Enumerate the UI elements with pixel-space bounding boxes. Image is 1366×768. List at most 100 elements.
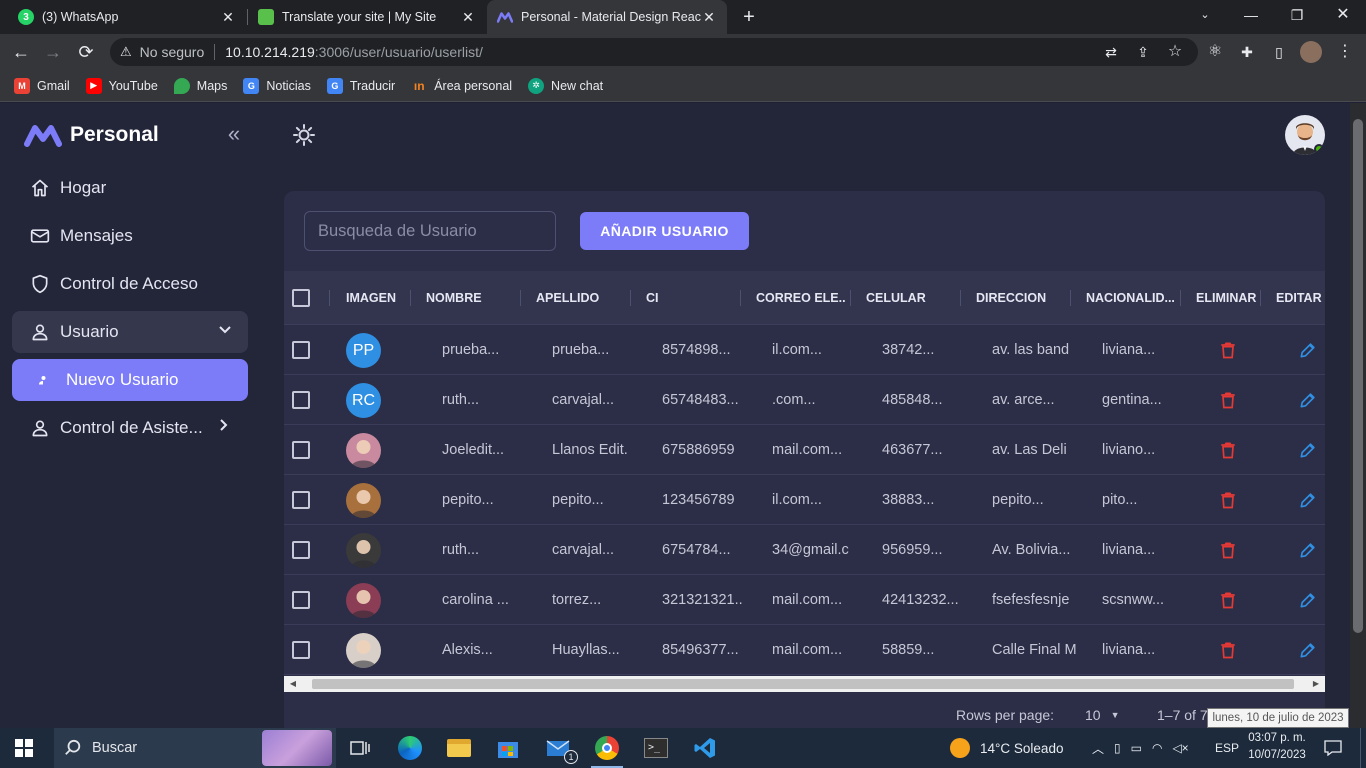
close-icon[interactable]: ✕ [701,9,717,26]
sidebar-item-mensajes[interactable]: Mensajes [12,215,248,257]
row-checkbox[interactable] [292,541,310,559]
edit-pencil-icon[interactable] [1298,490,1318,510]
show-desktop-button[interactable] [1360,728,1366,768]
column-header-eliminar[interactable]: ELIMINAR [1196,271,1258,325]
translate-page-icon[interactable]: ⇄ [1099,40,1123,64]
chrome-icon[interactable] [591,732,623,768]
battery-icon[interactable]: ▭ [1131,741,1142,755]
column-header-celular[interactable]: CELULAR [866,271,956,325]
delete-icon[interactable] [1218,390,1238,410]
sidebar-item-control-acceso[interactable]: Control de Acceso [12,263,248,305]
page-scrollbar[interactable] [1350,103,1366,728]
theme-toggle-button[interactable] [292,123,316,147]
row-checkbox[interactable] [292,441,310,459]
language-indicator[interactable]: ESP [1215,728,1239,768]
menu-kebab-icon[interactable]: ⋮ [1333,40,1357,64]
delete-icon[interactable] [1218,640,1238,660]
bookmark-maps[interactable]: Maps [173,77,227,94]
delete-icon[interactable] [1218,590,1238,610]
table-row[interactable]: ruth... carvajal... 6754784... 34@gmail.c 95… [284,525,1325,575]
scroll-right-icon[interactable]: ▶ [1310,678,1322,690]
column-header-editar[interactable]: EDITAR [1276,271,1325,325]
close-icon[interactable]: ✕ [220,9,236,26]
row-checkbox[interactable] [292,591,310,609]
tab-personal[interactable]: Personal - Material Design React ✕ [487,0,727,34]
brand-logo[interactable]: Personal [24,123,159,147]
delete-icon[interactable] [1218,440,1238,460]
edit-pencil-icon[interactable] [1298,640,1318,660]
minimize-button[interactable]: — [1228,0,1274,30]
table-row[interactable]: pepito... pepito... 123456789 il.com... 3888… [284,475,1325,525]
column-header-ci[interactable]: CI [646,271,736,325]
row-checkbox[interactable] [292,641,310,659]
react-devtools-icon[interactable]: ⚛ [1203,40,1227,64]
profile-avatar[interactable] [1299,40,1323,64]
column-header-direccion[interactable]: DIRECCION [976,271,1066,325]
delete-icon[interactable] [1218,540,1238,560]
task-view-icon[interactable] [344,732,376,764]
taskbar-clock[interactable]: 03:07 p. m. 10/07/2023 [1242,730,1312,766]
tab-whatsapp[interactable]: 3 (3) WhatsApp ✕ [8,0,246,34]
column-header-correo[interactable]: CORREO ELE... [756,271,846,325]
edge-icon[interactable] [394,732,426,764]
bookmark-gmail[interactable]: M Gmail [14,77,70,94]
extensions-icon[interactable]: ✚ [1235,40,1259,64]
start-button[interactable] [0,728,48,768]
device-icon[interactable]: ▯ [1114,741,1121,755]
column-header-imagen[interactable]: IMAGEN [346,271,404,325]
table-row[interactable]: Alexis... Huayllas... 85496377... mail.com.… [284,625,1325,675]
close-icon[interactable]: ✕ [460,9,476,26]
back-button[interactable]: ← [9,40,33,64]
forward-button[interactable]: → [41,40,65,64]
delete-icon[interactable] [1218,490,1238,510]
security-status[interactable]: No seguro [140,44,205,60]
row-checkbox[interactable] [292,341,310,359]
edit-pencil-icon[interactable] [1298,590,1318,610]
table-row[interactable]: carolina ... torrez... 321321321... mail.co… [284,575,1325,625]
select-all-checkbox[interactable] [292,289,310,307]
collapse-sidebar-button[interactable]: « [222,123,246,147]
terminal-icon[interactable]: >_ [640,732,672,764]
scrollbar-thumb[interactable] [1353,119,1363,633]
warning-icon[interactable]: ⚠ [120,44,132,60]
bookmark-traducir[interactable]: G Traducir [326,77,395,94]
sidebar-item-hogar[interactable]: Hogar [12,167,248,209]
side-panel-icon[interactable]: ▯ [1267,40,1291,64]
sidebar-item-usuario[interactable]: Usuario [12,311,248,353]
delete-icon[interactable] [1218,340,1238,360]
scroll-left-icon[interactable]: ◀ [287,678,299,690]
bookmark-youtube[interactable]: ▶ YouTube [85,77,158,94]
restore-button[interactable]: ❐ [1274,0,1320,30]
edit-pencil-icon[interactable] [1298,340,1318,360]
edit-pencil-icon[interactable] [1298,540,1318,560]
new-tab-button[interactable]: + [737,5,761,29]
bookmark-area-personal[interactable]: ın Área personal [411,78,512,94]
close-window-button[interactable]: ✕ [1320,0,1366,30]
bookmark-new-chat[interactable]: ✲ New chat [528,77,603,94]
row-checkbox[interactable] [292,391,310,409]
sidebar-item-nuevo-usuario[interactable]: Nuevo Usuario [12,359,248,401]
bookmark-star-icon[interactable]: ☆ [1163,40,1187,64]
edit-pencil-icon[interactable] [1298,440,1318,460]
wifi-icon[interactable]: ◠ [1152,741,1162,755]
column-header-apellido[interactable]: APELLIDO [536,271,626,325]
sidebar-item-control-asistencia[interactable]: Control de Asiste... [12,407,248,449]
table-row[interactable]: RC ruth... carvajal... 65748483... .com... 48… [284,375,1325,425]
table-row[interactable]: Joeledit... Llanos Edit. 675886959 mail.com… [284,425,1325,475]
rows-per-page-select[interactable]: 10 ▼ [1085,707,1120,723]
share-icon[interactable]: ⇪ [1131,40,1155,64]
horizontal-scrollbar[interactable]: ◀ ▶ [284,676,1325,692]
bookmark-noticias[interactable]: G Noticias [243,77,311,94]
add-user-button[interactable]: AÑADIR USUARIO [580,212,749,250]
store-icon[interactable] [492,732,524,764]
file-explorer-icon[interactable] [443,732,475,764]
weather-widget[interactable]: 14°C Soleado [950,728,1063,768]
user-avatar[interactable] [1285,115,1325,155]
reload-button[interactable]: ⟳ [74,40,98,64]
notifications-icon[interactable] [1322,728,1344,768]
chevron-up-icon[interactable]: ︿ [1092,740,1104,757]
column-header-nombre[interactable]: NOMBRE [426,271,516,325]
vscode-icon[interactable] [689,732,721,764]
scrollbar-thumb[interactable] [312,679,1294,689]
tab-search-button[interactable]: ⌄ [1182,0,1228,30]
